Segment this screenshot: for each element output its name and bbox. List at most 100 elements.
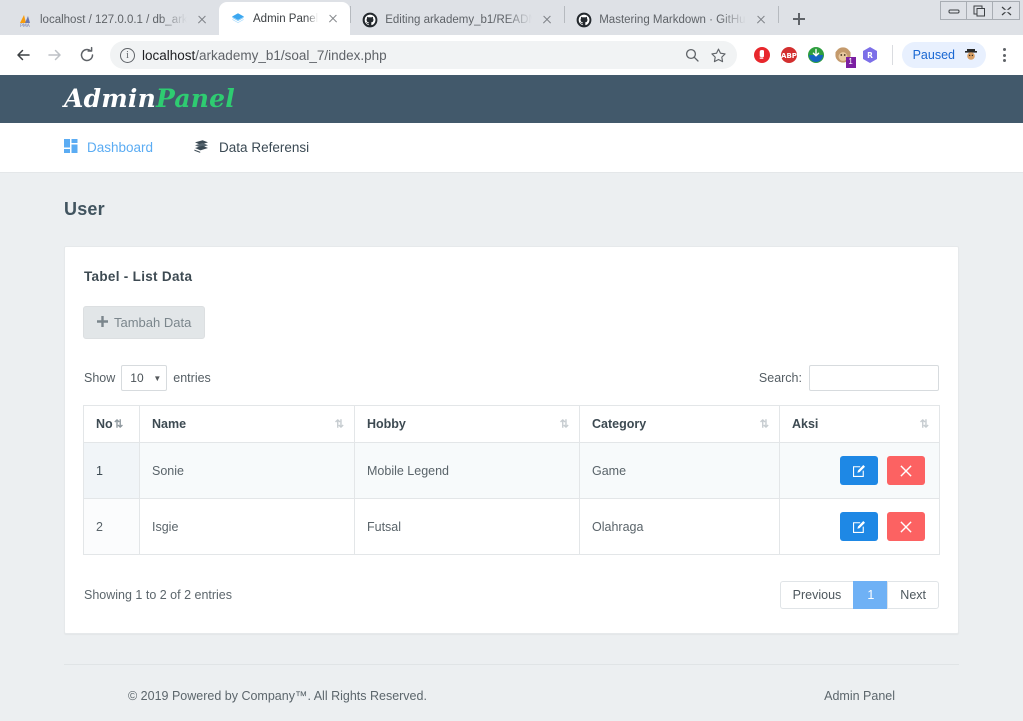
idm-icon[interactable] [807,46,825,64]
svg-text:ABP: ABP [781,52,797,60]
site-nav: Dashboard Data Referensi [0,123,1023,173]
cell-category: Olahraga [579,498,780,555]
length-control: Show 10 ▼ entries [84,365,211,391]
edit-button[interactable] [839,456,878,485]
profile-label: Paused [912,48,955,62]
dashboard-grid-icon [64,139,78,156]
column-header-no[interactable]: No ⇅ [83,405,140,443]
footer-copyright: © 2019 Powered by Company™. All Rights R… [128,689,427,703]
delete-button[interactable] [887,512,925,541]
column-label: No [96,417,113,431]
reload-button[interactable] [72,40,102,70]
pagination-next[interactable]: Next [887,581,939,609]
browser-tab-4[interactable]: Mastering Markdown · GitHub [565,4,778,35]
nav-label: Data Referensi [219,140,310,155]
datatable-controls: Show 10 ▼ entries Search: [84,365,939,391]
table-body: 1 Sonie Mobile Legend Game 2 Isgie Futsa… [83,442,940,555]
nav-item-dashboard[interactable]: Dashboard [64,139,153,156]
tab-title: localhost / 127.0.0.1 / db_ark [40,13,187,26]
restore-button[interactable] [967,2,993,19]
back-button[interactable] [8,40,38,70]
browser-window: PMA localhost / 127.0.0.1 / db_ark Admin… [0,0,1023,721]
card-title: Tabel - List Data [84,269,193,284]
browser-toolbar: i localhost/arkademy_b1/soal_7/index.php… [0,35,1023,75]
book-icon [193,139,210,157]
chevron-down-icon: ▼ [153,373,162,383]
url-path: /arkademy_b1/soal_7/index.php [195,47,387,63]
browser-tab-1[interactable]: PMA localhost / 127.0.0.1 / db_ark [6,4,219,35]
close-icon[interactable] [539,12,555,28]
site-header: AdminPanel [0,75,1023,123]
sort-icon: ⇅ [919,418,929,431]
brand-part-panel: Panel [156,84,235,113]
close-icon[interactable] [753,12,769,28]
page-viewport: AdminPanel Dashboard Data Referensi User… [0,75,1023,721]
pagination-previous[interactable]: Previous [779,581,854,609]
close-button[interactable] [993,2,1019,19]
pagination-page-1[interactable]: 1 [853,581,888,609]
browser-tab-3[interactable]: Editing arkademy_b1/README [351,4,564,35]
kebab-menu-icon[interactable] [993,48,1015,62]
url-text: localhost/arkademy_b1/soal_7/index.php [142,48,675,63]
column-label: Name [152,417,187,431]
show-label: Show [84,371,116,385]
nav-label: Dashboard [87,140,154,155]
tab-strip: PMA localhost / 127.0.0.1 / db_ark Admin… [0,0,1023,35]
column-header-aksi[interactable]: Aksi ⇅ [779,405,940,443]
new-tab-button[interactable] [785,5,813,33]
abp-icon[interactable]: ABP [780,46,798,64]
github-icon [362,12,378,28]
search-label: Search: [758,371,802,385]
browser-tab-2[interactable]: Admin Panel [219,2,351,35]
table-header-row: No ⇅ Name ⇅ Hobby ⇅ Category ⇅ Aksi ⇅ [83,405,940,443]
tab-divider [778,5,780,23]
search-input[interactable] [809,365,939,391]
r-icon[interactable]: R [861,46,879,64]
adblock-stop-icon[interactable] [753,46,771,64]
magnifier-icon[interactable] [682,45,702,65]
table-head: No ⇅ Name ⇅ Hobby ⇅ Category ⇅ Aksi ⇅ [83,405,940,443]
close-icon[interactable] [325,11,341,27]
profile-button[interactable]: Paused [901,42,986,68]
add-data-button[interactable]: Tambah Data [83,306,206,339]
toolbar-divider [891,45,893,65]
sort-icon: ⇅ [559,418,569,431]
minimize-button[interactable] [941,2,967,19]
cell-actions [779,442,940,499]
nav-item-data-referensi[interactable]: Data Referensi [193,139,309,157]
extension-icons: ABP 1 R [745,46,885,68]
github-icon [576,12,592,28]
delete-button[interactable] [887,456,925,485]
datatable-info: Showing 1 to 2 of 2 entries [84,588,233,602]
forward-button[interactable] [40,40,70,70]
site-footer: © 2019 Powered by Company™. All Rights R… [64,664,959,703]
star-icon[interactable] [709,45,729,65]
monkey-icon[interactable]: 1 [834,46,856,68]
tab-title: Editing arkademy_b1/README [385,13,533,26]
edit-button[interactable] [839,512,878,541]
tab-title: Admin Panel [253,12,319,25]
page-length-select[interactable]: 10 ▼ [121,365,168,391]
avatar [961,43,981,68]
column-header-hobby[interactable]: Hobby ⇅ [354,405,580,443]
cell-category: Game [579,442,780,499]
entries-label: entries [173,371,211,385]
user-table: No ⇅ Name ⇅ Hobby ⇅ Category ⇅ Aksi ⇅ 1 … [83,405,940,555]
datatable-footer: Showing 1 to 2 of 2 entries Previous 1 N… [84,581,939,609]
url-host: localhost [142,47,196,63]
svg-text:R: R [867,51,873,60]
address-bar[interactable]: i localhost/arkademy_b1/soal_7/index.php [110,41,737,69]
column-header-category[interactable]: Category ⇅ [579,405,780,443]
column-header-name[interactable]: Name ⇅ [139,405,355,443]
column-label: Hobby [367,417,406,431]
sort-icon: ⇅ [114,418,123,431]
search-control: Search: [759,365,939,391]
pagination: Previous 1 Next [779,581,939,609]
column-label: Aksi [792,417,819,431]
plus-icon [97,315,108,330]
site-info-icon[interactable]: i [120,47,135,63]
window-controls [940,1,1020,20]
site-brand[interactable]: AdminPanel [64,86,235,112]
cell-no: 2 [83,498,140,555]
close-icon[interactable] [194,12,210,28]
